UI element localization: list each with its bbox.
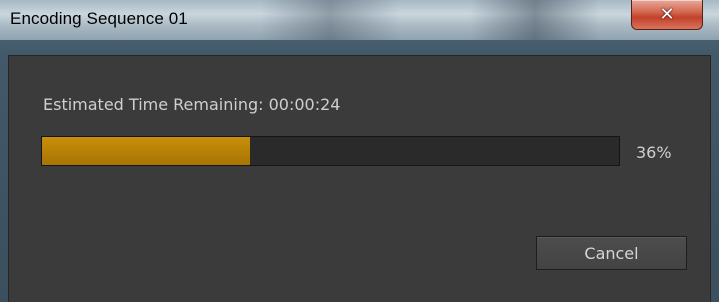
cancel-button[interactable]: Cancel <box>536 236 687 270</box>
close-icon: ✕ <box>659 4 675 25</box>
encoding-dialog: Encoding Sequence 01 ✕ Estimated Time Re… <box>0 0 719 302</box>
title-bar[interactable]: Encoding Sequence 01 ✕ <box>0 0 719 40</box>
title-bar-glare <box>260 0 400 40</box>
close-button[interactable]: ✕ <box>631 0 703 30</box>
dialog-content: Estimated Time Remaining: 00:00:24 36% C… <box>8 55 711 302</box>
progress-bar-fill <box>42 137 250 165</box>
window-title: Encoding Sequence 01 <box>10 9 188 28</box>
title-bar-glare <box>470 0 600 40</box>
estimated-time-label: Estimated Time Remaining: 00:00:24 <box>43 95 341 114</box>
progress-percent: 36% <box>636 143 672 162</box>
progress-bar <box>41 136 620 166</box>
